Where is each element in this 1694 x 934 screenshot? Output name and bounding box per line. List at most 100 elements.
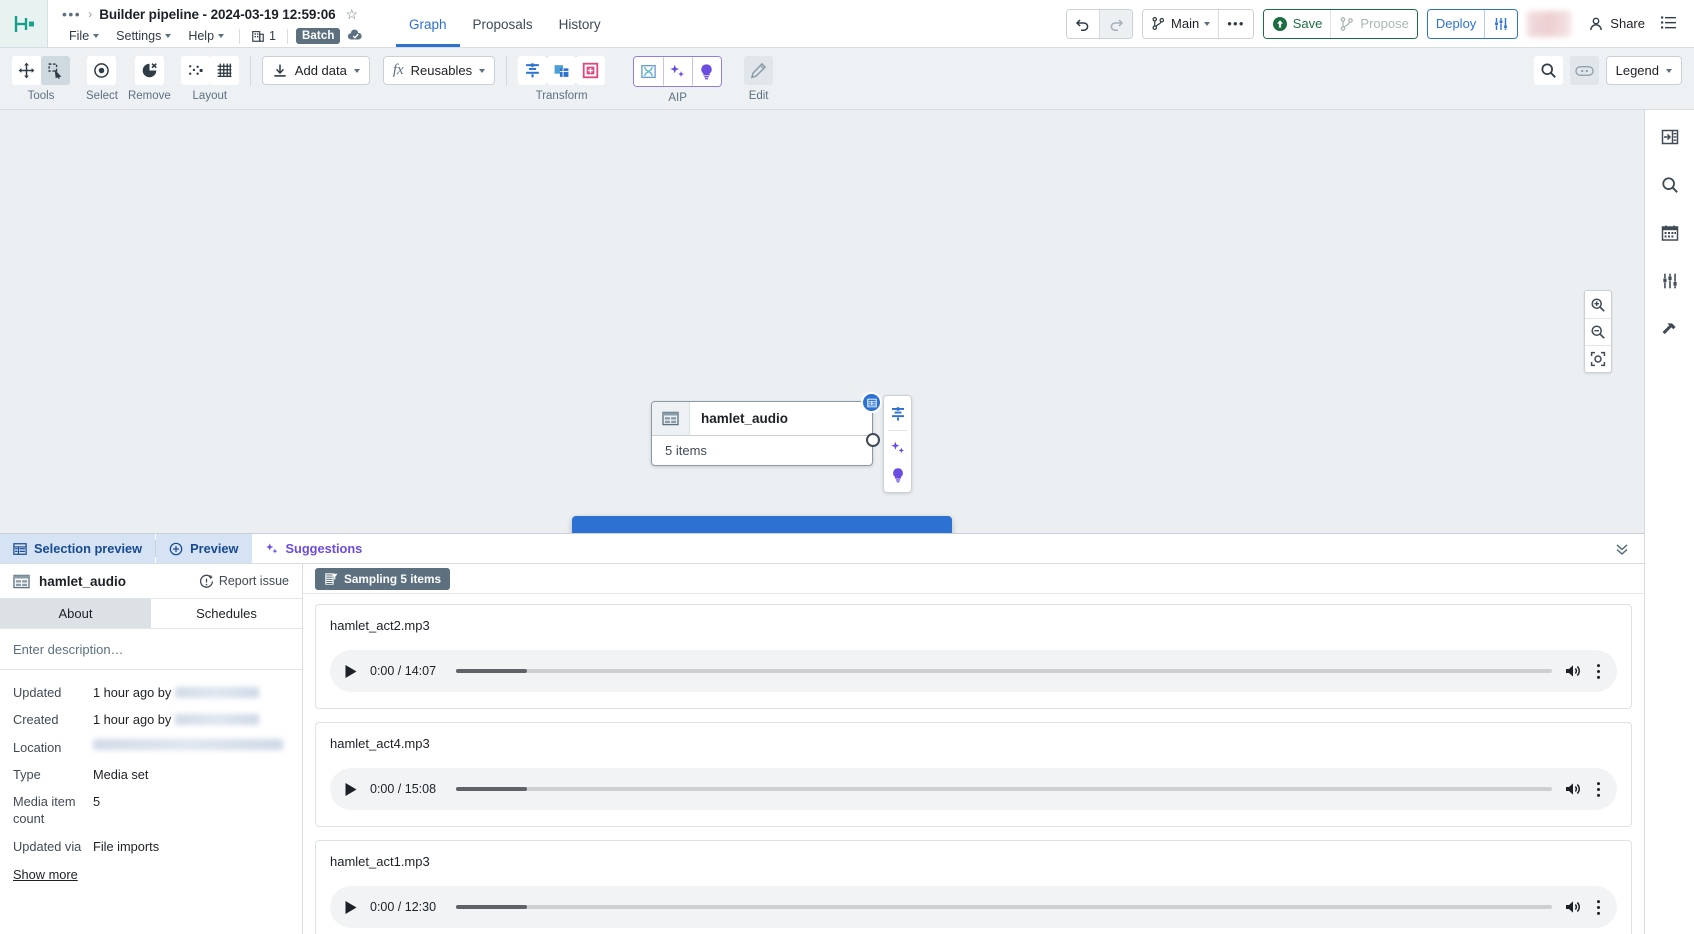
- play-icon[interactable]: [344, 782, 358, 797]
- play-icon[interactable]: [344, 900, 358, 915]
- redo-button[interactable]: [1099, 9, 1133, 38]
- share-button[interactable]: Share: [1580, 11, 1653, 37]
- zoom-out-button[interactable]: [1585, 318, 1611, 345]
- sampling-label: Sampling 5 items: [344, 571, 442, 586]
- aip-sparkles-button[interactable]: [663, 57, 693, 86]
- remove-node-button[interactable]: [134, 56, 164, 85]
- undo-button[interactable]: [1067, 9, 1100, 38]
- media-set-icon: [652, 402, 690, 435]
- toolbar-group-remove-label: Remove: [127, 90, 171, 102]
- save-upload-icon: [1272, 16, 1287, 31]
- add-data-button[interactable]: Add data: [261, 56, 370, 85]
- scatter-layout-button[interactable]: [180, 56, 210, 85]
- tab-graph[interactable]: Graph: [396, 0, 460, 47]
- vertical-dots-icon[interactable]: [1594, 781, 1603, 798]
- branch-count[interactable]: 1: [248, 28, 279, 44]
- tab-history[interactable]: History: [546, 0, 614, 47]
- transform-filter-button[interactable]: [518, 56, 548, 85]
- tab-schedules[interactable]: Schedules: [151, 599, 302, 628]
- tab-proposals[interactable]: Proposals: [460, 0, 546, 47]
- dataset-node-hamlet-audio[interactable]: hamlet_audio 5 items: [651, 392, 882, 466]
- hammer-icon[interactable]: [1655, 316, 1685, 342]
- tab-suggestions[interactable]: Suggestions: [252, 534, 376, 563]
- node-output-port[interactable]: [866, 433, 880, 447]
- grid-layout-button[interactable]: [209, 56, 239, 85]
- fit-to-screen-button[interactable]: [1585, 345, 1611, 372]
- tab-selection-preview-label: Selection preview: [34, 541, 143, 556]
- transform-table-button[interactable]: [547, 56, 577, 85]
- toolbar-group-tools: Tools: [12, 56, 70, 102]
- save-button[interactable]: Save: [1263, 9, 1331, 38]
- deploy-settings-button[interactable]: [1484, 9, 1518, 38]
- graph-canvas[interactable]: hamlet_audio 5 items: [0, 110, 1644, 534]
- download-icon: [274, 64, 286, 77]
- node-action-aip-sparkles[interactable]: [884, 434, 911, 461]
- tab-preview[interactable]: Preview: [156, 534, 252, 563]
- remove-circle-x-icon: [142, 63, 157, 78]
- volume-icon[interactable]: [1564, 899, 1582, 915]
- report-issue-button[interactable]: Report issue: [199, 574, 289, 589]
- node-action-transform[interactable]: [884, 400, 911, 427]
- toolbar-group-transform-label: Transform: [535, 90, 588, 102]
- cloud-check-icon[interactable]: [347, 28, 363, 45]
- sliders-icon[interactable]: [1655, 268, 1685, 294]
- node-action-aip-lightbulb[interactable]: [884, 461, 911, 488]
- volume-icon[interactable]: [1564, 781, 1582, 797]
- breadcrumb-overflow-button[interactable]: •••: [62, 7, 81, 21]
- breadcrumb: ••• › Builder pipeline - 2024-03-19 12:5…: [62, 4, 368, 24]
- pan-tool-button[interactable]: [12, 56, 41, 85]
- edit-button[interactable]: [744, 56, 774, 85]
- audio-progress-track[interactable]: [456, 787, 1552, 791]
- aip-model-button[interactable]: [634, 57, 664, 86]
- tab-about[interactable]: About: [0, 599, 151, 628]
- search-graph-button[interactable]: [1533, 56, 1563, 85]
- media-item-list: hamlet_act2.mp3 0:00 / 14:07 hamlet_act4…: [303, 594, 1644, 934]
- show-more-link[interactable]: Show more: [0, 860, 302, 892]
- vertical-dots-icon[interactable]: [1594, 899, 1603, 916]
- calendar-icon[interactable]: [1655, 220, 1685, 246]
- transform-add-button[interactable]: [576, 56, 606, 85]
- audio-progress-track[interactable]: [456, 905, 1552, 909]
- menu-help[interactable]: Help: [181, 27, 231, 45]
- sampling-badge[interactable]: Sampling 5 items: [315, 567, 451, 590]
- redacted-location: [93, 738, 283, 750]
- breadcrumb-separator: ›: [88, 7, 93, 22]
- select-tool-button[interactable]: [41, 56, 70, 85]
- audio-progress-track[interactable]: [456, 669, 1552, 673]
- audio-player[interactable]: 0:00 / 12:30: [330, 886, 1617, 928]
- minimap-toggle-button[interactable]: [1569, 56, 1599, 85]
- propose-button[interactable]: Propose: [1330, 9, 1417, 38]
- save-propose-group: Save Propose: [1262, 8, 1418, 39]
- legend-button[interactable]: Legend: [1605, 56, 1682, 85]
- toolbar-add-data: Add data: [261, 56, 370, 85]
- chevron-down-icon: [165, 34, 172, 39]
- top-bar: ••• › Builder pipeline - 2024-03-19 12:5…: [0, 0, 1694, 48]
- select-node-button[interactable]: [87, 56, 117, 85]
- play-icon[interactable]: [344, 664, 358, 679]
- user-avatar[interactable]: [1527, 10, 1572, 37]
- menu-settings[interactable]: Settings: [109, 27, 178, 45]
- panel-expand-icon[interactable]: [1655, 124, 1685, 150]
- overflow-menu-button[interactable]: [1653, 9, 1684, 39]
- favorite-star-icon[interactable]: ☆: [346, 6, 359, 23]
- volume-icon[interactable]: [1564, 663, 1582, 679]
- grid-icon: [217, 63, 232, 78]
- menu-file[interactable]: File: [62, 27, 106, 45]
- reusables-button[interactable]: fx Reusables: [382, 56, 496, 85]
- audio-player[interactable]: 0:00 / 15:08: [330, 768, 1617, 810]
- tab-preview-label: Preview: [190, 541, 239, 556]
- branch-more-button[interactable]: •••: [1218, 9, 1253, 38]
- vertical-dots-icon[interactable]: [1594, 663, 1603, 680]
- branch-selector[interactable]: Main: [1143, 9, 1219, 38]
- deploy-button[interactable]: Deploy: [1427, 9, 1485, 38]
- media-item-filename: hamlet_act1.mp3: [330, 854, 430, 869]
- aip-lightbulb-button[interactable]: [692, 57, 722, 86]
- search-icon[interactable]: [1655, 172, 1685, 198]
- collapse-panel-button[interactable]: [1600, 534, 1644, 563]
- warning-circle-icon: [199, 574, 213, 588]
- app-logo[interactable]: [0, 0, 48, 47]
- description-input[interactable]: Enter description…: [0, 629, 302, 670]
- audio-player[interactable]: 0:00 / 14:07: [330, 650, 1617, 692]
- tab-selection-preview[interactable]: Selection preview: [0, 534, 156, 563]
- zoom-in-button[interactable]: [1585, 291, 1611, 318]
